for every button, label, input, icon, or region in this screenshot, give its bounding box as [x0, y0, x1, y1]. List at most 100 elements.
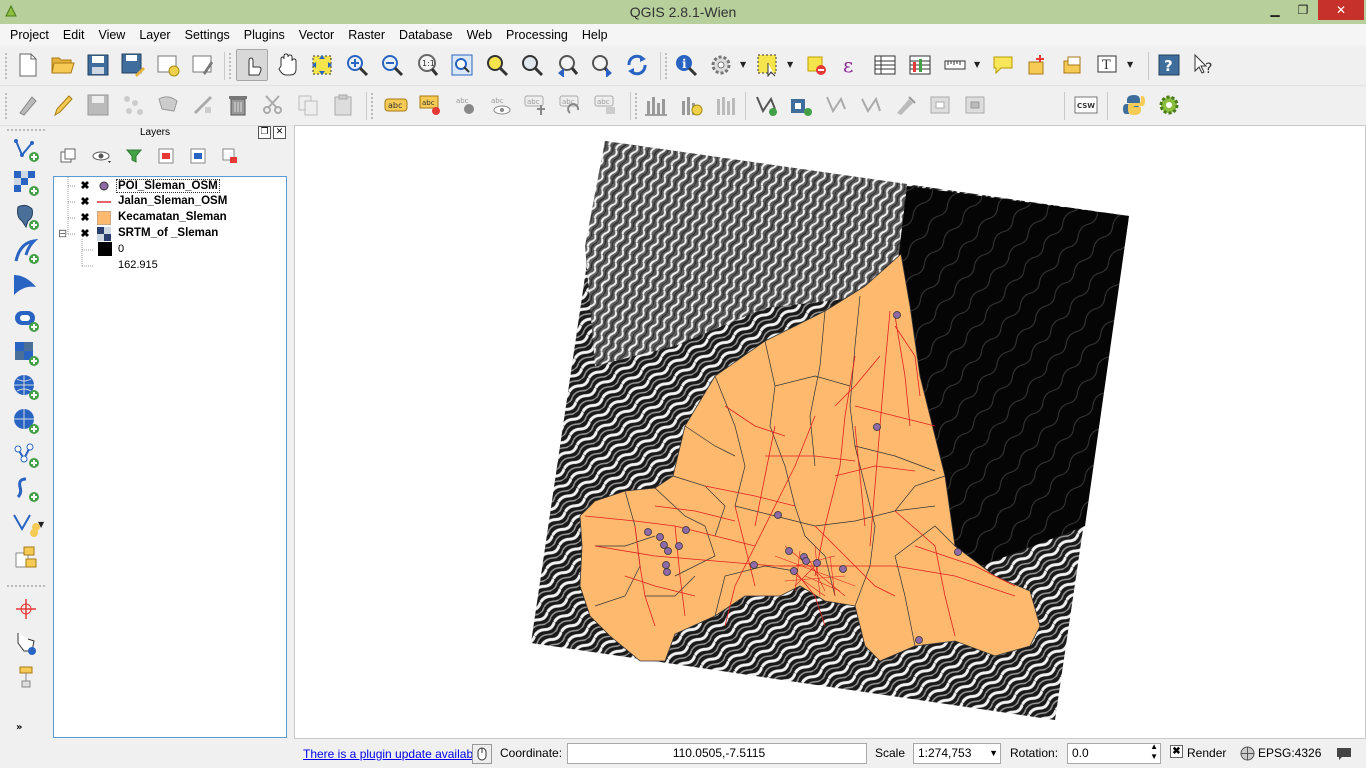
show-hide-labels-icon[interactable]: abc — [485, 89, 517, 121]
coordinate-field[interactable]: 110.0505,-7.5115 — [567, 743, 867, 764]
rotate-label-icon[interactable]: abc — [555, 89, 587, 121]
rotation-spinbox[interactable]: 0.0 ▲ ▼ — [1067, 742, 1161, 764]
menu-vector[interactable]: Vector — [292, 24, 341, 46]
add-oracle-layer-icon[interactable] — [10, 304, 42, 334]
plugin-gear-icon[interactable] — [1153, 89, 1185, 121]
maximize-button[interactable]: ❐ — [1290, 0, 1316, 20]
add-delimited-text-icon[interactable] — [10, 440, 42, 470]
toolbar-grip[interactable] — [634, 92, 638, 120]
csw-icon[interactable]: CSW — [1070, 89, 1102, 121]
menu-project[interactable]: Project — [3, 24, 56, 46]
pan-to-selection-icon[interactable] — [306, 49, 338, 81]
toolbar-grip[interactable] — [370, 92, 374, 120]
more-tools-icon[interactable] — [10, 662, 42, 692]
cut-features-icon[interactable] — [257, 89, 289, 121]
help-icon[interactable]: ? — [1153, 49, 1185, 81]
manage-visibility-icon[interactable] — [90, 146, 114, 166]
move-label-icon[interactable]: abc — [520, 89, 552, 121]
zoom-to-selection-icon[interactable] — [481, 49, 513, 81]
save-edits-icon[interactable] — [82, 89, 114, 121]
add-raster-layer-icon[interactable] — [10, 168, 42, 198]
simplify-icon[interactable] — [855, 89, 887, 121]
pan-icon[interactable] — [271, 49, 303, 81]
copy-features-icon[interactable] — [292, 89, 324, 121]
toolbar-grip[interactable] — [4, 92, 8, 120]
new-bookmark-icon[interactable] — [1022, 49, 1054, 81]
map-canvas[interactable] — [294, 125, 1366, 739]
panel-close-button[interactable]: ✕ — [273, 126, 286, 139]
refresh-icon[interactable] — [621, 49, 653, 81]
toggle-extents-button[interactable] — [472, 744, 492, 764]
menu-database[interactable]: Database — [392, 24, 460, 46]
move-feature-icon[interactable] — [152, 89, 184, 121]
layer-row-roads[interactable]: ✖ Jalan_Sleman_OSM — [54, 194, 286, 210]
layer-row-poi[interactable]: ✖ POI_Sleman_OSM — [54, 178, 286, 194]
attribute-table-icon[interactable] — [869, 49, 901, 81]
select-features-icon[interactable] — [752, 49, 784, 81]
toolbar-grip[interactable] — [228, 52, 232, 80]
menu-layer[interactable]: Layer — [132, 24, 177, 46]
scale-dropdown-arrow[interactable]: ▼ — [989, 744, 998, 763]
menu-raster[interactable]: Raster — [341, 24, 392, 46]
digitize-icon[interactable] — [820, 89, 852, 121]
add-ring-icon[interactable] — [890, 89, 922, 121]
projection-globe-icon[interactable] — [1240, 746, 1255, 761]
layer-visibility-checkbox[interactable]: ✖ — [79, 196, 91, 208]
measure-icon[interactable] — [939, 49, 971, 81]
add-feature-icon[interactable] — [117, 89, 149, 121]
save-project-icon[interactable] — [82, 49, 114, 81]
new-spatialite-icon[interactable] — [785, 89, 817, 121]
delete-selected-icon[interactable] — [222, 89, 254, 121]
map-tips-icon[interactable] — [987, 49, 1019, 81]
zoom-native-icon[interactable]: 1:1 — [411, 49, 443, 81]
close-button[interactable]: ✕ — [1318, 0, 1364, 20]
identify-icon[interactable]: i — [670, 49, 702, 81]
python-console-icon[interactable] — [1118, 89, 1150, 121]
measure-dropdown-arrow[interactable]: ▼ — [974, 60, 980, 69]
change-label-icon[interactable]: abc — [590, 89, 622, 121]
raster-local-stretch-icon[interactable] — [675, 89, 707, 121]
layer-visibility-checkbox[interactable]: ✖ — [79, 212, 91, 224]
panel-float-button[interactable]: ❐ — [258, 126, 271, 139]
layer-visibility-checkbox[interactable]: ✖ — [79, 180, 91, 192]
zoom-last-icon[interactable] — [551, 49, 583, 81]
zoom-to-layer-icon[interactable] — [516, 49, 548, 81]
rotation-stepper-icon[interactable]: ▲ ▼ — [1150, 742, 1158, 762]
zoom-in-icon[interactable] — [341, 49, 373, 81]
fill-ring-icon[interactable] — [960, 89, 992, 121]
minimize-button[interactable]: ▁ — [1262, 0, 1288, 20]
filter-legend-icon[interactable] — [122, 146, 146, 166]
render-checkbox[interactable]: ✖ — [1170, 745, 1183, 758]
zoom-out-icon[interactable] — [376, 49, 408, 81]
toolbar-grip[interactable] — [664, 52, 668, 80]
add-wms-layer-icon[interactable] — [10, 338, 42, 368]
show-bookmarks-icon[interactable] — [1057, 49, 1089, 81]
touch-zoom-pan-icon[interactable] — [236, 49, 268, 81]
menu-edit[interactable]: Edit — [56, 24, 92, 46]
zoom-full-icon[interactable] — [446, 49, 478, 81]
statistics-icon[interactable] — [904, 49, 936, 81]
menu-settings[interactable]: Settings — [178, 24, 237, 46]
text-annotation-icon[interactable]: T — [1092, 49, 1124, 81]
expand-all-icon[interactable] — [154, 146, 178, 166]
action-dropdown-arrow[interactable]: ▼ — [740, 60, 746, 69]
save-as-icon[interactable] — [117, 49, 149, 81]
new-shapefile-icon[interactable] — [750, 89, 782, 121]
epsg-label[interactable]: EPSG:4326 — [1258, 746, 1321, 760]
collapse-expander-icon[interactable]: ⊟ — [58, 227, 67, 240]
remove-layer-icon[interactable] — [218, 146, 242, 166]
map-svg[interactable] — [295, 126, 1366, 739]
scale-combobox[interactable]: 1:274,753 ▼ — [913, 743, 1001, 764]
new-project-icon[interactable] — [12, 49, 44, 81]
deselect-icon[interactable] — [800, 49, 832, 81]
coordinate-capture-icon[interactable] — [10, 628, 42, 658]
add-vector-layer-icon[interactable] — [10, 134, 42, 164]
node-tool-icon[interactable] — [187, 89, 219, 121]
field-calculator-icon[interactable]: ε — [835, 49, 867, 81]
collapse-all-icon[interactable] — [186, 146, 210, 166]
action-icon[interactable] — [705, 49, 737, 81]
current-edits-icon[interactable] — [12, 89, 44, 121]
toolbar-grip[interactable] — [6, 128, 46, 132]
raster-full-extent-icon[interactable] — [710, 89, 742, 121]
add-part-icon[interactable] — [925, 89, 957, 121]
